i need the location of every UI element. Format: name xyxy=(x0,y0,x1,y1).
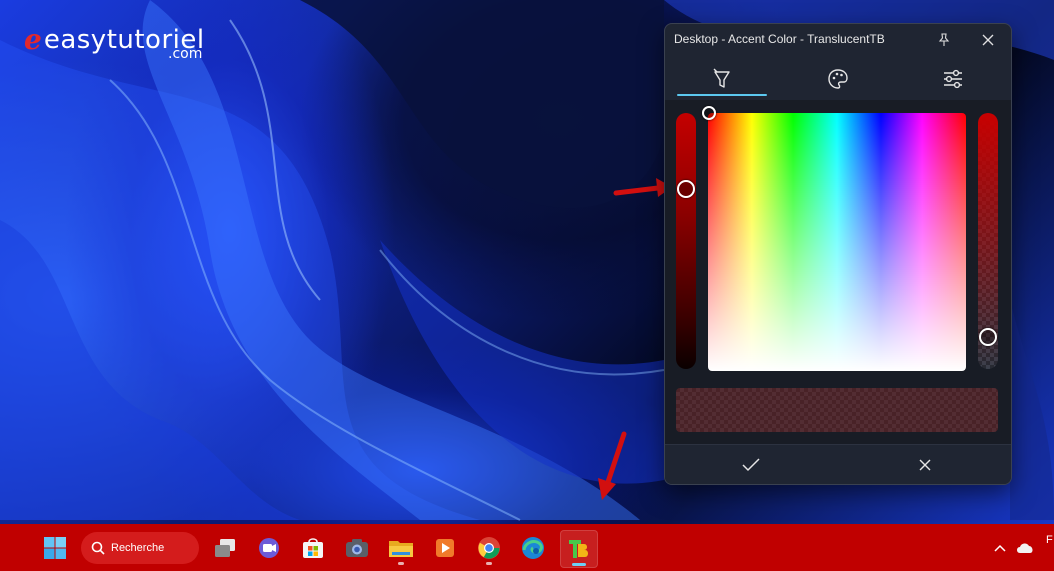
color-preview xyxy=(676,388,998,432)
task-view-icon xyxy=(215,539,235,557)
color-picker-panel xyxy=(665,100,1011,444)
dialog-title: Desktop - Accent Color - TranslucentTB xyxy=(674,32,885,46)
tab-color-picker[interactable] xyxy=(672,60,772,98)
media-player-icon xyxy=(436,539,454,557)
active-indicator xyxy=(572,563,586,566)
annotation-arrow-taskbar xyxy=(598,431,627,500)
camera-button[interactable] xyxy=(339,530,375,566)
onedrive-icon xyxy=(1017,543,1033,553)
accent-color-dialog: Desktop - Accent Color - TranslucentTB xyxy=(664,23,1012,485)
onedrive-button[interactable] xyxy=(1012,530,1038,566)
sliders-icon xyxy=(944,69,962,89)
color-value-slider-thumb[interactable] xyxy=(677,180,695,198)
pin-icon xyxy=(938,33,950,46)
camera-icon xyxy=(346,539,368,557)
search-icon xyxy=(91,541,105,555)
dialog-footer xyxy=(665,444,1011,484)
start-button[interactable] xyxy=(37,530,73,566)
store-icon xyxy=(303,538,323,558)
store-button[interactable] xyxy=(295,530,331,566)
close-icon xyxy=(919,459,931,471)
file-explorer-button[interactable] xyxy=(383,530,419,566)
search-label: Recherche xyxy=(111,542,165,554)
close-button[interactable] xyxy=(973,28,1003,52)
close-icon xyxy=(982,34,994,46)
edge-icon xyxy=(522,537,544,559)
show-hidden-icons-button[interactable] xyxy=(988,530,1012,566)
checkmark-icon xyxy=(742,458,760,472)
taskbar-clock[interactable]: F xyxy=(1046,532,1053,548)
logo-domain: .com xyxy=(168,46,203,62)
task-view-button[interactable] xyxy=(207,530,243,566)
cancel-button[interactable] xyxy=(839,445,1011,484)
running-indicator xyxy=(486,562,492,565)
translucenttb-icon xyxy=(569,540,588,558)
file-explorer-icon xyxy=(389,541,413,557)
clock-line1: F xyxy=(1046,534,1053,546)
color-spectrum[interactable] xyxy=(708,113,966,371)
chrome-button[interactable] xyxy=(471,530,507,566)
dialog-titlebar[interactable]: Desktop - Accent Color - TranslucentTB xyxy=(665,24,1011,54)
translucenttb-button[interactable] xyxy=(560,530,598,568)
chrome-icon xyxy=(478,537,500,559)
palette-icon xyxy=(828,69,848,89)
pin-button[interactable] xyxy=(929,28,959,52)
tab-palette[interactable] xyxy=(788,60,888,98)
alpha-slider-thumb[interactable] xyxy=(979,328,997,346)
color-picker-icon xyxy=(713,68,730,88)
taskbar: Recherche F xyxy=(0,524,1054,571)
logo-mark: e xyxy=(24,23,42,56)
confirm-button[interactable] xyxy=(665,445,837,484)
tab-selected-indicator xyxy=(677,94,767,96)
site-logo: e easytutoriel .com xyxy=(24,23,205,63)
color-spectrum-thumb[interactable] xyxy=(702,106,716,120)
media-player-button[interactable] xyxy=(427,530,463,566)
chevron-up-icon xyxy=(994,544,1006,552)
color-value-slider[interactable] xyxy=(676,113,696,369)
chat-icon xyxy=(259,538,279,558)
tab-settings[interactable] xyxy=(903,60,1003,98)
start-icon xyxy=(44,537,66,559)
running-indicator xyxy=(398,562,404,565)
edge-button[interactable] xyxy=(515,530,551,566)
search-box[interactable]: Recherche xyxy=(81,532,199,564)
chat-button[interactable] xyxy=(251,530,287,566)
